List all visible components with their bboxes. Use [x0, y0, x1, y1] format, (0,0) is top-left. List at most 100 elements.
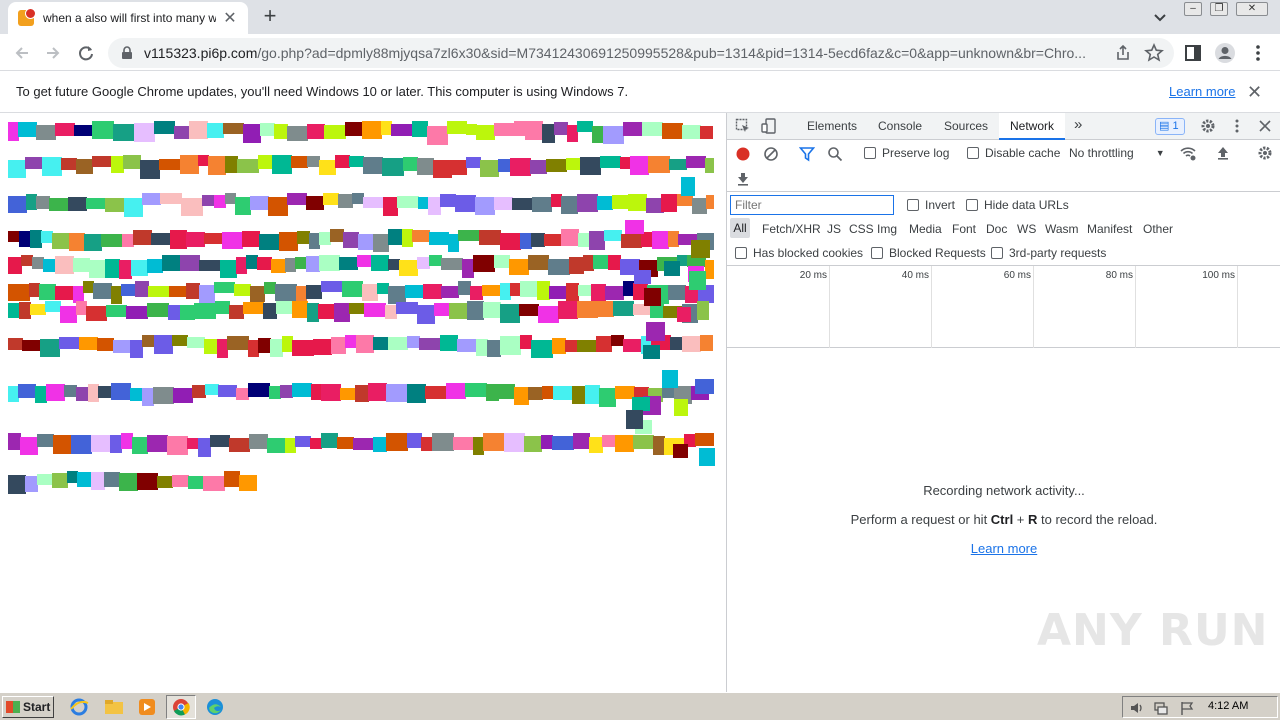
recording-learn-more-link[interactable]: Learn more: [971, 541, 1037, 556]
blocked-requests-checkbox[interactable]: Blocked Requests: [871, 246, 986, 260]
profile-icon[interactable]: [1214, 42, 1236, 64]
color-tile: [274, 124, 288, 139]
recording-title: Recording network activity...: [923, 483, 1085, 498]
color-tile: [447, 121, 467, 134]
flag-tray-icon[interactable]: [1179, 700, 1195, 716]
window-close-button[interactable]: ✕: [1236, 2, 1268, 16]
record-icon[interactable]: [735, 146, 751, 162]
throttling-select[interactable]: No throttling ▼: [1069, 146, 1165, 160]
type-filter-manifest[interactable]: Manifest: [1087, 222, 1132, 236]
network-settings-gear-icon[interactable]: [1257, 145, 1273, 161]
type-filter-other[interactable]: Other: [1143, 222, 1173, 236]
color-tile: [623, 281, 634, 296]
color-tile: [520, 233, 532, 249]
color-tile: [35, 386, 47, 403]
type-filter-ws[interactable]: WS: [1017, 222, 1036, 236]
address-bar[interactable]: v115323.pi6p.com/go.php?ad=dpmly88mjyqsa…: [108, 38, 1174, 68]
gear-icon[interactable]: [1200, 118, 1216, 134]
tab-close-icon[interactable]: ✕: [222, 8, 238, 28]
more-tabs-icon[interactable]: »: [1074, 116, 1082, 133]
browser-tab[interactable]: when a also will first into many what ✕: [8, 2, 248, 34]
wifi-icon[interactable]: [1179, 145, 1197, 161]
color-tile: [282, 336, 293, 352]
color-tile: [630, 156, 649, 175]
type-filter-css[interactable]: CSS: [849, 222, 874, 236]
chrome-icon: [173, 699, 190, 716]
sidepanel-icon[interactable]: [1182, 42, 1204, 64]
forward-icon[interactable]: [42, 42, 64, 64]
color-tile: [613, 301, 634, 316]
volume-icon[interactable]: [1129, 700, 1145, 716]
share-icon[interactable]: [1112, 42, 1134, 64]
search-icon[interactable]: [827, 146, 843, 162]
issues-badge[interactable]: ▤ 1: [1155, 118, 1185, 135]
type-filter-fetch-xhr[interactable]: Fetch/XHR: [762, 222, 821, 236]
restore-button[interactable]: ❐: [1210, 2, 1228, 16]
type-filter-img[interactable]: Img: [877, 222, 897, 236]
type-filter-font[interactable]: Font: [952, 222, 976, 236]
infobar-close-icon[interactable]: ✕: [1247, 82, 1262, 103]
color-tile: [8, 386, 19, 402]
color-tile: [111, 286, 122, 304]
lock-icon[interactable]: [120, 46, 134, 60]
clear-icon[interactable]: [763, 146, 779, 162]
filter-input[interactable]: [730, 195, 894, 215]
ie-icon[interactable]: [68, 697, 90, 717]
clock[interactable]: 4:12 AM: [1208, 700, 1248, 712]
color-tile: [236, 388, 249, 400]
color-tile: [429, 255, 442, 266]
upload-icon[interactable]: [1215, 145, 1231, 161]
color-tile: [291, 156, 308, 168]
color-tile: [142, 388, 154, 406]
color-tile: [214, 195, 226, 208]
reload-icon[interactable]: [75, 42, 97, 64]
disable-cache-checkbox[interactable]: Disable cache: [967, 146, 1060, 160]
tab-console[interactable]: Console: [878, 119, 922, 133]
start-button[interactable]: Start: [2, 696, 54, 718]
color-tile: [258, 155, 273, 169]
type-filter-doc[interactable]: Doc: [986, 222, 1007, 236]
color-tile: [73, 286, 84, 303]
color-tile: [632, 397, 650, 411]
hide-data-urls-checkbox[interactable]: Hide data URLs: [966, 198, 1069, 212]
star-icon[interactable]: [1143, 42, 1165, 64]
has-blocked-cookies-checkbox[interactable]: Has blocked cookies: [735, 246, 863, 260]
network-timeline-overview[interactable]: 20 ms 40 ms 60 ms 80 ms 100 ms: [727, 266, 1280, 348]
network-tray-icon[interactable]: [1153, 700, 1169, 716]
edge-icon[interactable]: [204, 697, 226, 717]
color-tile: [700, 335, 713, 351]
invert-checkbox[interactable]: Invert: [907, 198, 955, 212]
chrome-taskbar-button[interactable]: [166, 695, 196, 719]
update-infobar: To get future Google Chrome updates, you…: [0, 71, 1280, 113]
folder-icon[interactable]: [103, 697, 125, 717]
url-text[interactable]: v115323.pi6p.com/go.php?ad=dpmly88mjyqsa…: [144, 45, 1104, 61]
type-filter-media[interactable]: Media: [909, 222, 942, 236]
tab-sources[interactable]: Sources: [944, 119, 988, 133]
type-filter-all[interactable]: All: [730, 218, 750, 238]
inspect-icon[interactable]: [735, 118, 751, 134]
color-tile: [319, 232, 331, 245]
color-tile: [104, 472, 120, 487]
color-tile: [524, 436, 542, 452]
preserve-log-checkbox[interactable]: Preserve log: [864, 146, 949, 160]
color-tile: [494, 123, 515, 136]
color-tile: [73, 258, 90, 272]
tab-elements[interactable]: Elements: [807, 119, 857, 133]
color-tile: [199, 285, 215, 304]
devtools-close-icon[interactable]: [1257, 118, 1273, 134]
media-player-icon[interactable]: [136, 697, 158, 717]
devtools-menu-icon[interactable]: [1229, 118, 1245, 134]
filter-icon[interactable]: [799, 146, 815, 162]
infobar-learn-more-link[interactable]: Learn more: [1169, 84, 1235, 99]
tab-network[interactable]: Network: [999, 113, 1065, 140]
type-filter-wasm[interactable]: Wasm: [1045, 222, 1079, 236]
back-icon[interactable]: [11, 42, 33, 64]
new-tab-button[interactable]: +: [258, 5, 282, 29]
tab-search-icon[interactable]: [1150, 7, 1170, 27]
download-icon[interactable]: [735, 171, 751, 187]
menu-icon[interactable]: [1247, 42, 1269, 64]
device-icon[interactable]: [761, 118, 777, 134]
type-filter-js[interactable]: JS: [827, 222, 841, 236]
minimize-button[interactable]: –: [1184, 2, 1202, 16]
third-party-requests-checkbox[interactable]: 3rd-party requests: [991, 246, 1106, 260]
